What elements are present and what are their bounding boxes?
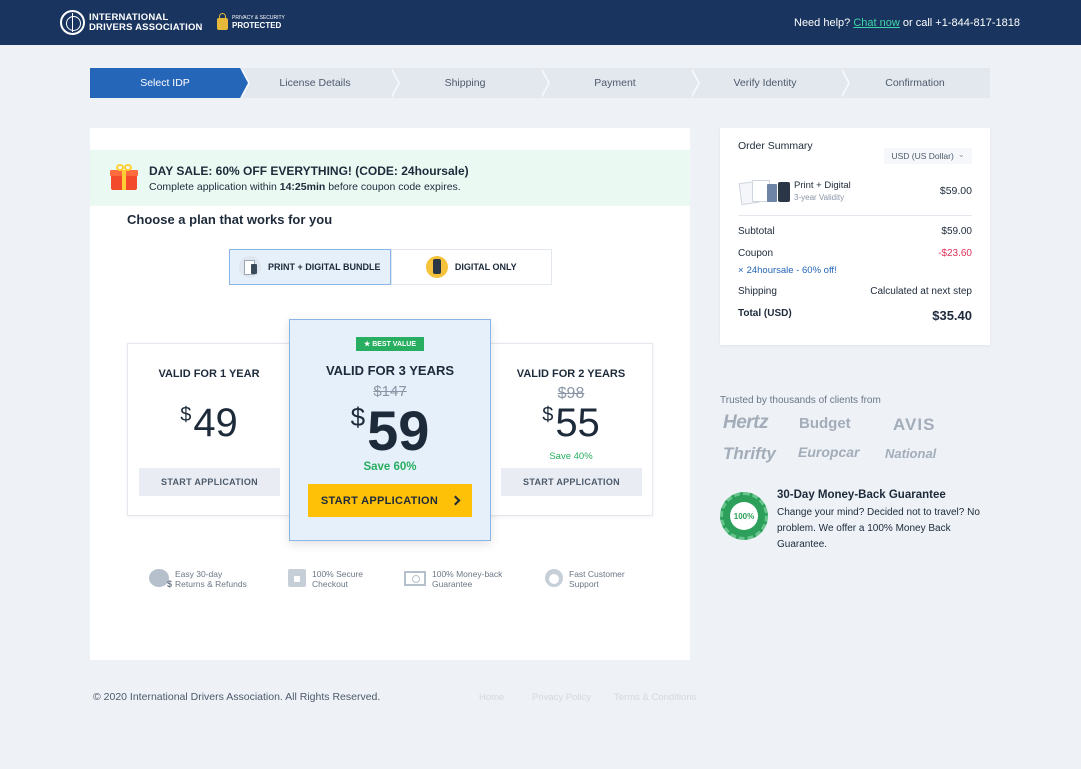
chevron-right-icon <box>450 495 461 506</box>
avis-logo: AVIS <box>893 415 936 434</box>
shipping-row: Shipping Calculated at next step <box>738 286 972 297</box>
footer-link-terms[interactable]: Terms & Conditions <box>614 692 696 703</box>
plan-term: VALID FOR 1 YEAR <box>158 368 260 380</box>
privacy-badge: PRIVACY & SECURITY PROTECTED <box>217 13 285 30</box>
footer-link-privacy[interactable]: Privacy Policy <box>532 692 591 703</box>
plan-selection-panel: DAY SALE: 60% OFF EVERYTHING! (CODE: 24h… <box>90 128 690 660</box>
applied-coupon: × 24hoursale - 60% off! <box>738 265 837 276</box>
digital-only-toggle-button[interactable]: DIGITAL ONLY <box>390 249 552 285</box>
promo-title: DAY SALE: 60% OFF EVERYTHING! (CODE: 24h… <box>149 164 469 178</box>
step-confirmation[interactable]: Confirmation <box>840 68 990 98</box>
plan-price: $59 <box>350 399 430 462</box>
promo-timer: 14:25min <box>279 181 326 193</box>
plan-card-2-years[interactable]: VALID FOR 2 YEARS $98 $55 Save 40% START… <box>489 343 653 516</box>
refund-icon <box>149 569 172 589</box>
plan-card-3-years[interactable]: ★ BEST VALUE VALID FOR 3 YEARS $147 $59 … <box>289 319 491 541</box>
logo-line-1: INTERNATIONAL <box>89 11 169 23</box>
digital-label: DIGITAL ONLY <box>454 262 517 272</box>
checkout-stepper: Select IDP License Details Shipping Paym… <box>90 68 990 98</box>
start-application-button-2-years[interactable]: START APPLICATION <box>501 468 642 496</box>
product-name: Print + Digital <box>794 180 851 191</box>
start-application-button-3-years[interactable]: START APPLICATION <box>308 484 472 517</box>
help-text: Need help? Chat now or call +1-844-817-1… <box>794 17 1020 29</box>
europcar-logo: Europcar <box>798 444 860 460</box>
thrifty-logo: Thrifty <box>723 444 776 463</box>
plan-card-1-year[interactable]: VALID FOR 1 YEAR $49 START APPLICATION <box>127 343 291 516</box>
best-value-badge: ★ BEST VALUE <box>356 337 424 351</box>
help-prefix: Need help? <box>794 17 851 29</box>
start-application-button-1-year[interactable]: START APPLICATION <box>139 468 280 496</box>
plan-term: VALID FOR 3 YEARS <box>325 363 455 378</box>
step-payment[interactable]: Payment <box>540 68 700 98</box>
hertz-logo: Hertz <box>723 412 769 433</box>
promo-subtitle: Complete application within 14:25min bef… <box>149 181 461 193</box>
bundle-icon <box>239 256 262 278</box>
product-thumbnail <box>738 178 790 206</box>
order-summary-title: Order Summary <box>738 140 813 152</box>
phone-icon <box>425 256 448 278</box>
budget-logo: Budget <box>799 415 851 432</box>
feature-money-back: 100% Money-back Guarantee <box>404 569 502 589</box>
feature-support: Fast Customer Support <box>545 569 625 589</box>
lock-icon <box>217 13 228 30</box>
step-shipping[interactable]: Shipping <box>390 68 550 98</box>
padlock-icon <box>288 569 306 587</box>
guarantee-title: 30-Day Money-Back Guarantee <box>777 489 946 501</box>
national-logo: National <box>885 446 937 461</box>
subtotal-row: Subtotal $59.00 <box>738 226 972 237</box>
money-icon <box>404 571 426 586</box>
save-percent: Save 40% <box>549 451 593 462</box>
help-phone: or call +1-844-817-1818 <box>902 17 1020 29</box>
currency-select[interactable]: USD (US Dollar) <box>884 148 972 164</box>
footer-link-home[interactable]: Home <box>479 692 504 703</box>
order-item: Print + Digital 3-year Validity $59.00 <box>738 176 972 216</box>
ida-logo[interactable]: INTERNATIONAL DRIVERS ASSOCIATION <box>60 10 203 35</box>
gift-icon <box>110 164 138 190</box>
top-header: INTERNATIONAL DRIVERS ASSOCIATION PRIVAC… <box>0 0 1081 45</box>
remove-coupon-icon[interactable]: × <box>738 265 744 276</box>
copyright: © 2020 International Drivers Association… <box>93 691 381 703</box>
globe-icon <box>60 10 85 35</box>
bundle-label: PRINT + DIGITAL BUNDLE <box>268 262 381 272</box>
privacy-big-text: PROTECTED <box>232 21 282 30</box>
plan-type-toggle: PRINT + DIGITAL BUNDLE DIGITAL ONLY <box>229 249 552 285</box>
product-validity: 3-year Validity <box>794 193 845 202</box>
headset-icon <box>545 569 563 587</box>
feature-returns: Easy 30-dayReturns & Refunds <box>149 569 247 589</box>
save-percent: Save 60% <box>363 461 417 473</box>
order-summary: Order Summary USD (US Dollar) Print + Di… <box>720 128 990 345</box>
step-verify-identity[interactable]: Verify Identity <box>690 68 850 98</box>
feature-secure-checkout: 100% Secure Checkout <box>288 569 363 589</box>
plan-price: $55 <box>542 401 600 445</box>
bundle-toggle-button[interactable]: PRINT + DIGITAL BUNDLE <box>229 249 391 285</box>
guarantee-seal-icon: 100% <box>720 492 768 540</box>
trusted-by-heading: Trusted by thousands of clients from <box>720 395 881 406</box>
logo-line-2: DRIVERS ASSOCIATION <box>89 21 203 33</box>
plan-price: $49 <box>180 401 238 445</box>
product-price: $59.00 <box>939 185 972 197</box>
total-row: Total (USD) $35.40 <box>738 308 972 323</box>
choose-plan-heading: Choose a plan that works for you <box>127 212 333 227</box>
guarantee-text: Change your mind? Decided not to travel?… <box>777 507 980 550</box>
step-license-details[interactable]: License Details <box>240 68 400 98</box>
plan-term: VALID FOR 2 YEARS <box>516 368 626 380</box>
promo-banner: DAY SALE: 60% OFF EVERYTHING! (CODE: 24h… <box>90 150 690 206</box>
chat-now-link[interactable]: Chat now <box>853 17 899 29</box>
coupon-row: Coupon -$23.60 <box>738 248 972 259</box>
step-select-idp[interactable]: Select IDP <box>90 68 250 98</box>
